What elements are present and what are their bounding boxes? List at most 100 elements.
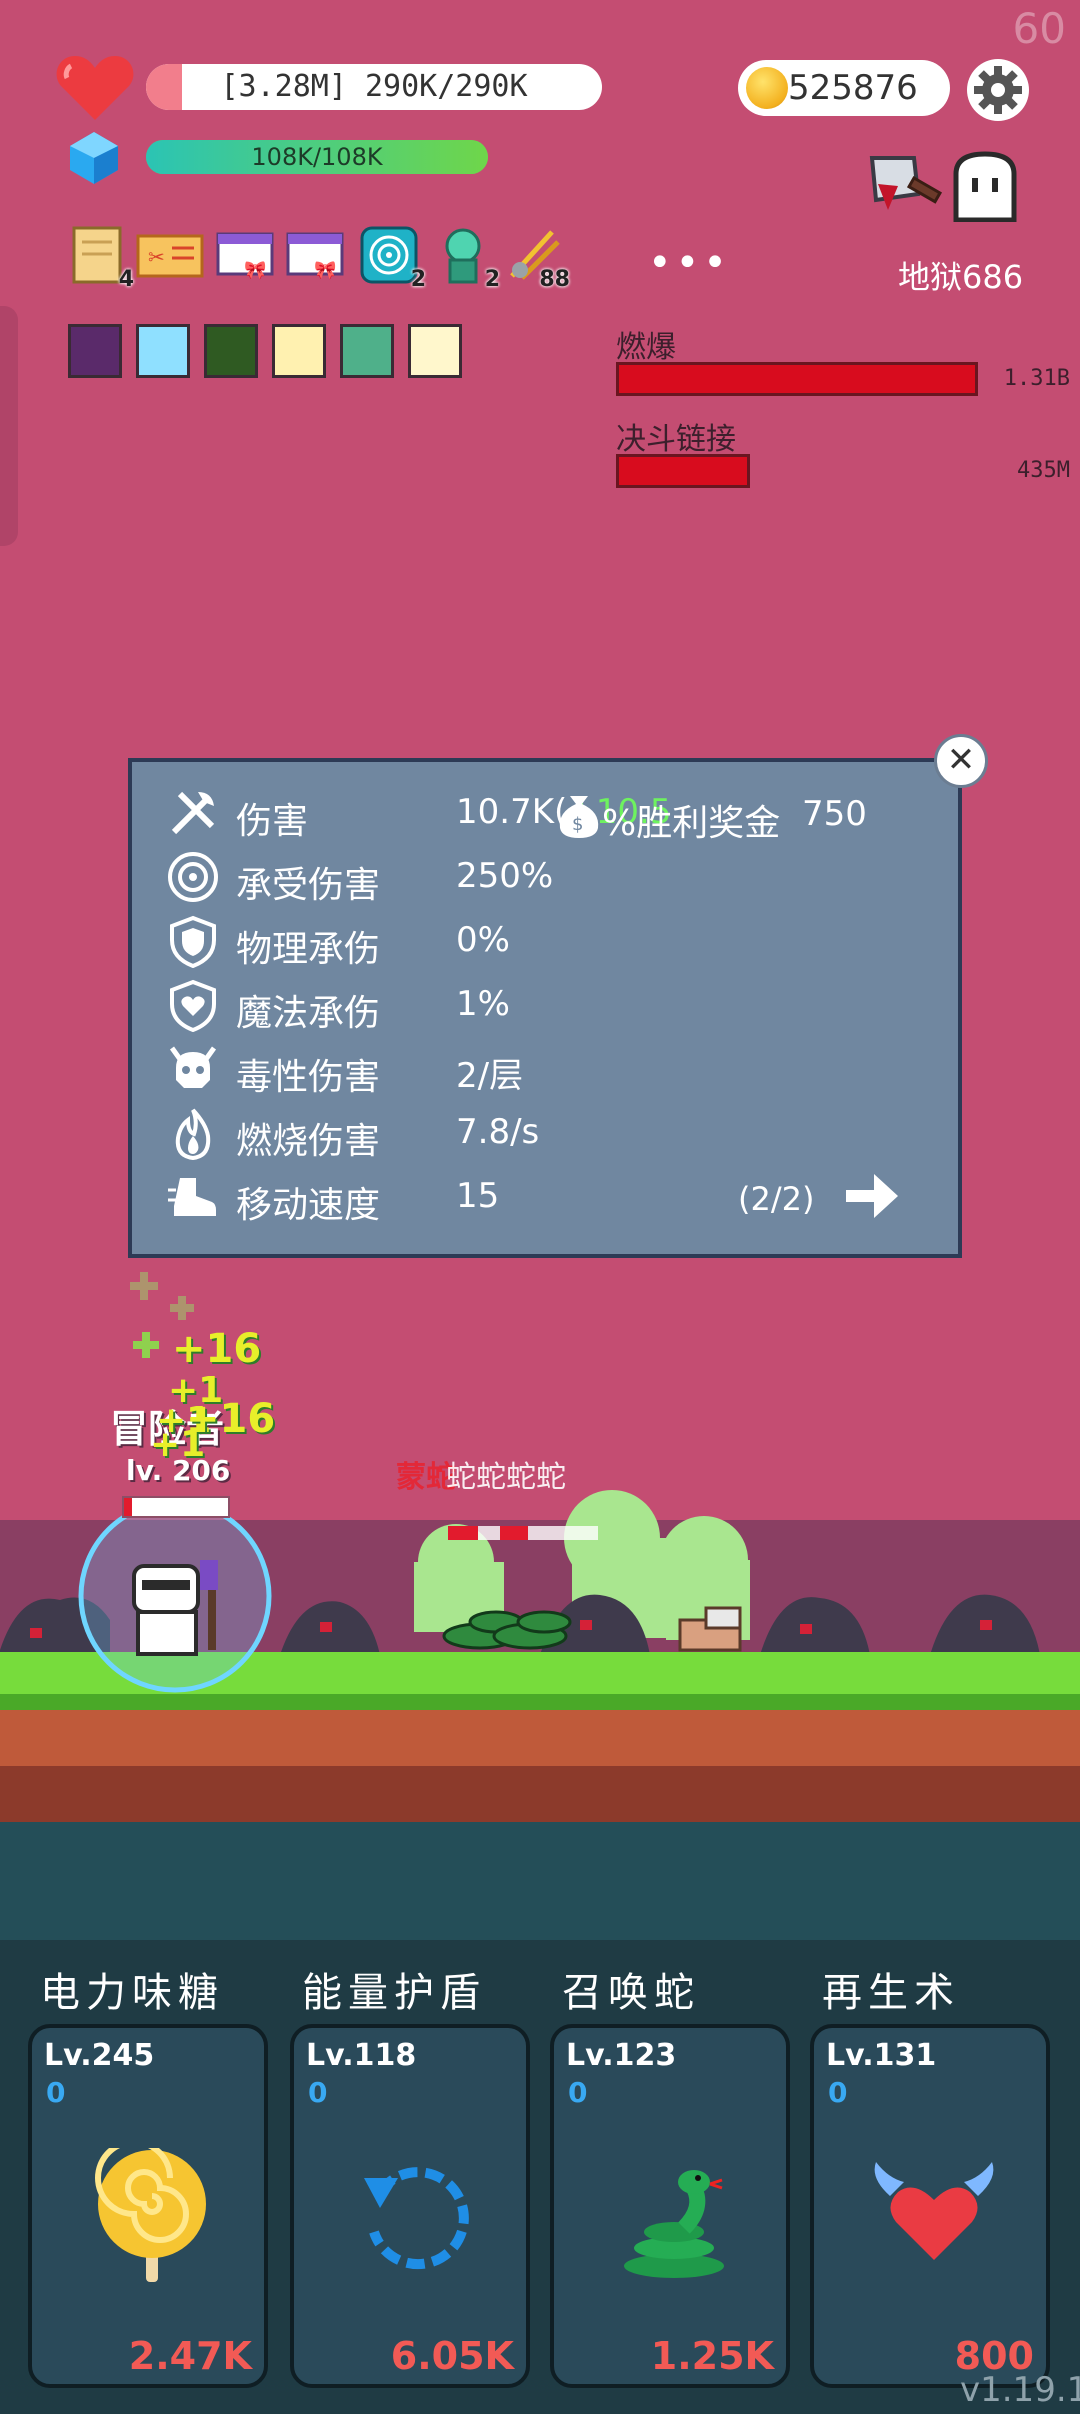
skill-card-lollipop[interactable]: Lv.245 0 2.47K <box>28 2024 268 2388</box>
version-label: v1.19.1 <box>960 2370 1080 2410</box>
fps-counter: 60 <box>1012 4 1066 53</box>
light-buff-icon[interactable] <box>136 324 190 378</box>
stage-label: 地狱686 <box>898 258 1024 296</box>
skill-count: 0 <box>46 2076 66 2109</box>
hp-bar: [3.28M] 290K/290K <box>146 64 602 110</box>
crate-prop <box>678 1606 742 1652</box>
refresh-icon <box>364 2167 469 2270</box>
ground-dirt-deep <box>0 1766 1080 1826</box>
more-options-icon[interactable]: ••• <box>648 240 731 286</box>
stats-panel: 伤害 10.7K(+10.5 $ %胜利奖金 750 承受伤害 250% 物理承… <box>128 758 962 1258</box>
skill-count: 0 <box>568 2076 588 2109</box>
stat-value: 7.8/s <box>456 1112 540 1152</box>
stat-value: 15 <box>456 1176 500 1216</box>
hp-text: [3.28M] 290K/290K <box>220 69 528 104</box>
item-count: 4 <box>118 267 134 292</box>
gear-icon[interactable] <box>966 58 1030 122</box>
skill-name: 再生术 <box>822 1970 960 2016</box>
skill-cost: 6.05K <box>390 2334 514 2378</box>
coin-amount: 525876 <box>788 68 918 108</box>
gift-card-icon: 🎀 <box>286 232 344 281</box>
gift-card-item[interactable]: 🎀 <box>284 224 346 286</box>
fire-icon <box>175 1108 211 1160</box>
enemy-hp-bars <box>448 1526 598 1540</box>
shield-icon <box>170 915 216 968</box>
skull-icon <box>169 1046 217 1088</box>
snake-enemy-group[interactable] <box>440 1584 590 1654</box>
prize-value: 750 <box>802 794 867 834</box>
lollipop-icon <box>95 2148 206 2282</box>
potion-item[interactable]: 2 <box>432 224 500 292</box>
demon-buff-icon[interactable] <box>68 324 122 378</box>
mana-text: 108K/108K <box>251 143 383 171</box>
gift-card-item[interactable]: 🎀 <box>214 224 276 286</box>
heal-cross-icons <box>130 1272 194 1358</box>
gift-card-icon: 🎀 <box>216 232 274 281</box>
scroll-item[interactable]: 4 <box>66 224 134 292</box>
item-count: 2 <box>484 267 500 292</box>
side-drawer-tab[interactable] <box>0 306 18 546</box>
stat-label: 物理承伤 <box>236 929 381 970</box>
skill-name: 召唤蛇 <box>562 1970 700 2016</box>
skill-level: Lv.123 <box>566 2038 677 2073</box>
bones-item[interactable]: 88 <box>502 224 570 292</box>
player-hp-bar <box>122 1496 230 1518</box>
coin-counter[interactable]: 525876 <box>738 60 950 116</box>
stat-label: 移动速度 <box>236 1185 381 1226</box>
ticket-item[interactable]: ✂ <box>136 224 204 286</box>
stat-label: 毒性伤害 <box>236 1057 381 1098</box>
stat-label: 燃烧伤害 <box>236 1121 381 1162</box>
skill-card-summon-snake[interactable]: Lv.123 0 1.25K <box>550 2024 790 2388</box>
damage-meter-bar <box>616 362 978 396</box>
mana-bar: 108K/108K <box>146 140 488 174</box>
svg-text:🎀: 🎀 <box>244 260 266 281</box>
stat-label: 魔法承伤 <box>236 993 381 1034</box>
ghost-buff-icon[interactable] <box>340 324 394 378</box>
skill-card-regeneration[interactable]: Lv.131 0 800 <box>810 2024 1050 2388</box>
axe-icon <box>171 791 215 835</box>
stat-value: 0% <box>456 920 510 960</box>
money-bag-icon: $ <box>559 796 599 838</box>
target-icon <box>168 852 218 902</box>
skill-level: Lv.245 <box>44 2038 155 2073</box>
skill-name: 电力味糖 <box>40 1970 224 2016</box>
forest-buff-icon[interactable] <box>204 324 258 378</box>
svg-text:🎀: 🎀 <box>314 260 336 281</box>
item-count: 88 <box>539 267 570 292</box>
crystal-icon <box>70 132 118 184</box>
damage-meter-value: 435M <box>1017 458 1070 483</box>
heart-shield-icon <box>170 979 216 1032</box>
sun-buff-icon[interactable] <box>272 324 326 378</box>
skill-level: Lv.118 <box>306 2038 417 2073</box>
ticket-icon: ✂ <box>136 234 204 278</box>
svg-text:$: $ <box>572 814 583 835</box>
next-page-arrow-icon[interactable] <box>844 1170 900 1222</box>
water-strip <box>0 1822 1080 1942</box>
stat-value: 1% <box>456 984 510 1024</box>
item-count: 2 <box>410 267 426 292</box>
ground-dirt <box>0 1710 1080 1766</box>
skill-cost: 1.25K <box>650 2334 774 2378</box>
page-indicator: (2/2) <box>738 1180 815 1218</box>
stat-value: 2/层 <box>456 1056 524 1096</box>
skill-count: 0 <box>308 2076 328 2109</box>
damage-meter-bar <box>616 454 750 488</box>
plant-buff-icon[interactable] <box>408 324 462 378</box>
vortex-item[interactable]: 2 <box>358 224 426 292</box>
heal-popup: +1 <box>150 1424 206 1465</box>
stat-label: 承受伤害 <box>236 865 381 906</box>
heart-icon <box>56 56 134 120</box>
ghost-icon[interactable] <box>950 150 1020 222</box>
stat-value: 250% <box>456 856 554 896</box>
snake-icon <box>624 2170 724 2278</box>
player-shield-bubble <box>78 1500 272 1693</box>
close-icon[interactable]: ✕ <box>934 734 988 788</box>
skill-count: 0 <box>828 2076 848 2109</box>
skill-name: 能量护盾 <box>302 1970 486 2016</box>
skill-card-energy-shield[interactable]: Lv.118 0 6.05K <box>290 2024 530 2388</box>
skill-level: Lv.131 <box>826 2038 937 2073</box>
player-hp-fill <box>124 1498 132 1516</box>
damage-meter-label: 燃爆 <box>616 330 676 365</box>
stat-label: 伤害 <box>236 801 309 842</box>
enemy-name-overlap: 蛇蛇蛇蛇 <box>446 1460 566 1495</box>
